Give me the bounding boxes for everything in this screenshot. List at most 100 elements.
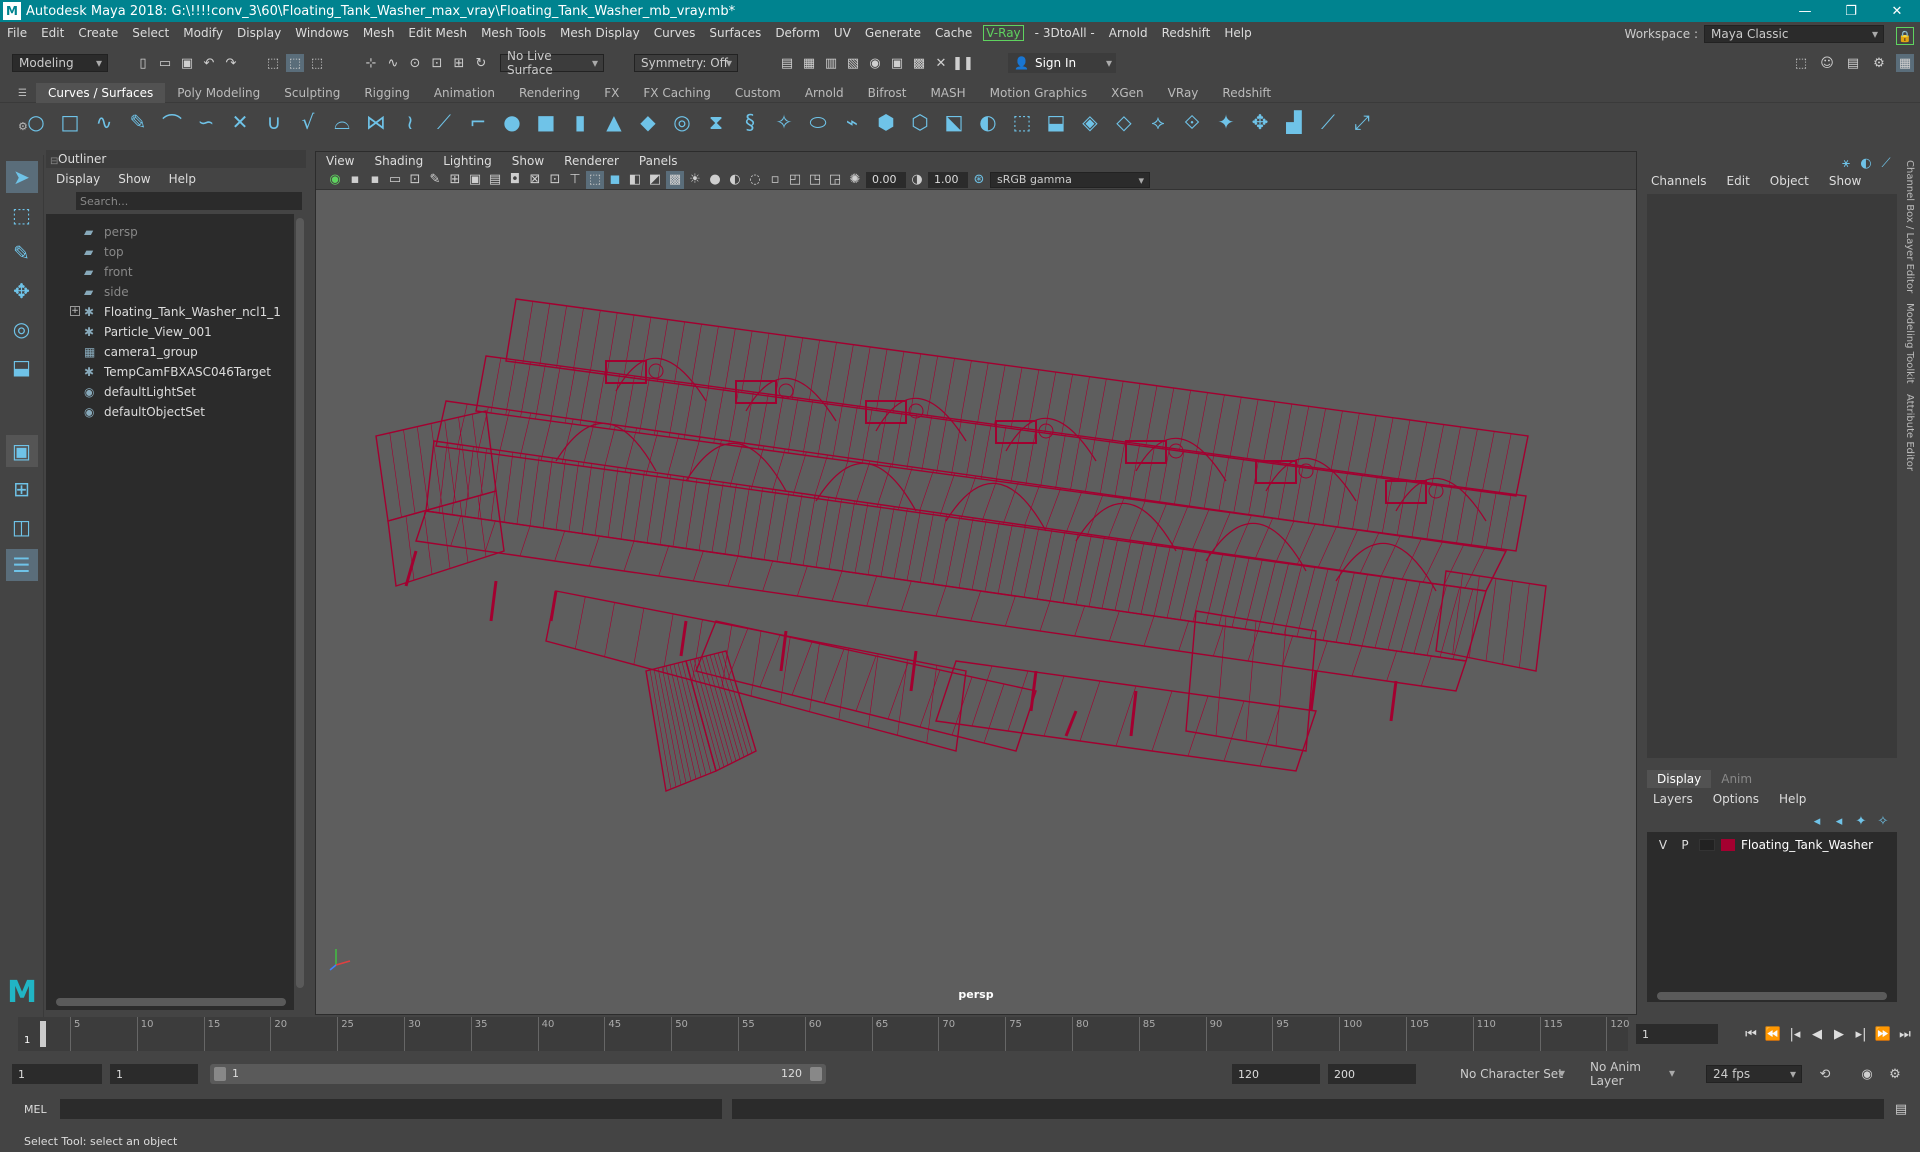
outliner-layout-icon[interactable]: ☰ <box>5 549 38 581</box>
surface-fillet-icon[interactable]: ◐ <box>976 110 1000 134</box>
layer-visibility-toggle[interactable]: V <box>1655 838 1671 852</box>
outliner-item[interactable]: ▰ front <box>46 262 294 282</box>
render-frame-icon[interactable]: ▦ <box>800 54 818 72</box>
shelf-tab-custom[interactable]: Custom <box>723 83 793 103</box>
outliner-search-input[interactable]: Search... <box>76 192 302 210</box>
menu-mesh-tools[interactable]: Mesh Tools <box>474 26 553 40</box>
shelf-tab-poly-modeling[interactable]: Poly Modeling <box>165 83 272 103</box>
mel-label[interactable]: MEL <box>24 1103 47 1116</box>
select-tool-icon[interactable]: ➤ <box>5 161 38 193</box>
channel-box-menu-channels[interactable]: Channels <box>1651 174 1707 188</box>
menu-edit-mesh[interactable]: Edit Mesh <box>401 26 474 40</box>
nurbs-circle-icon[interactable]: ○ <box>24 110 48 134</box>
snap-view-icon[interactable]: ⊡ <box>428 54 446 72</box>
film-gate-icon[interactable]: ▣ <box>466 171 484 189</box>
shelf-tab-bifrost[interactable]: Bifrost <box>856 83 919 103</box>
xray-icon[interactable]: ◰ <box>786 171 804 189</box>
square-surface-icon[interactable]: ⬕ <box>942 110 966 134</box>
3d-scene[interactable]: persp <box>316 191 1636 1014</box>
command-input[interactable] <box>60 1099 722 1119</box>
menu-set-dropdown[interactable]: Modeling <box>12 54 108 72</box>
grease-pencil-icon[interactable]: ✎ <box>426 171 444 189</box>
stitch-icon[interactable]: ⤢ <box>1350 110 1374 134</box>
wireframe-icon[interactable]: ⬚ <box>586 170 604 189</box>
xray-components-icon[interactable]: ◲ <box>826 171 844 189</box>
insert-isoparm-icon[interactable]: ✦ <box>1214 110 1238 134</box>
outliner-item[interactable]: ▰ persp <box>46 222 294 242</box>
shelf-tab-redshift[interactable]: Redshift <box>1210 83 1283 103</box>
rotate-tool-icon[interactable]: ◎ <box>6 313 38 345</box>
scale-tool-icon[interactable]: ⬓ <box>6 351 38 383</box>
channel-box-icon[interactable]: ▦ <box>1896 54 1914 72</box>
2d-pan-icon[interactable]: ⊡ <box>406 171 424 189</box>
move-layer-up-icon[interactable]: ◂ <box>1809 812 1825 830</box>
fps-dropdown[interactable]: 24 fps <box>1706 1065 1802 1083</box>
pencil-curve-icon[interactable]: ✎ <box>126 110 150 134</box>
curve-intersect-icon[interactable]: ✕ <box>228 110 252 134</box>
shelf-tab-mash[interactable]: MASH <box>918 83 977 103</box>
outliner-item[interactable]: ◉ defaultLightSet <box>46 382 294 402</box>
current-frame-marker[interactable] <box>40 1021 46 1047</box>
snap-surface-icon[interactable]: ⊞ <box>450 54 468 72</box>
shelf-tab-rendering[interactable]: Rendering <box>507 83 592 103</box>
pause-icon[interactable]: ❚❚ <box>952 54 974 72</box>
nurbs-cube-icon[interactable]: ■ <box>534 110 558 134</box>
curve-rebuild-icon[interactable]: ≀ <box>398 110 422 134</box>
maximize-icon[interactable]: ❐ <box>1828 0 1874 22</box>
move-layer-down-icon[interactable]: ◂ <box>1831 812 1847 830</box>
shadows-icon[interactable]: ☀ <box>686 171 704 189</box>
menu-cache[interactable]: Cache <box>928 26 979 40</box>
vray-stop-icon[interactable]: ✕ <box>932 54 950 72</box>
range-start-handle[interactable] <box>214 1067 226 1081</box>
select-object-icon[interactable]: ⬚ <box>286 54 304 72</box>
single-view-icon[interactable]: ▣ <box>5 435 38 467</box>
snap-curve-icon[interactable]: ∿ <box>384 54 402 72</box>
menu-redshift[interactable]: Redshift <box>1155 26 1218 40</box>
menu-select[interactable]: Select <box>125 26 176 40</box>
attribute-editor-icon[interactable]: ▤ <box>1844 54 1862 72</box>
step-back-key-icon[interactable]: ⏪ <box>1764 1025 1782 1043</box>
rebuild-surface-icon[interactable]: ▟ <box>1282 110 1306 134</box>
vray-render-icon[interactable]: ▣ <box>888 54 906 72</box>
channel-box-menu-show[interactable]: Show <box>1829 174 1861 188</box>
symmetry-dropdown[interactable]: Symmetry: Off <box>634 54 738 72</box>
intersect-surface-icon[interactable]: ⬓ <box>1044 110 1068 134</box>
menu-deform[interactable]: Deform <box>768 26 827 40</box>
project-curve-icon[interactable]: ⬚ <box>1010 110 1034 134</box>
menu-create[interactable]: Create <box>71 26 125 40</box>
outliner-h-scrollbar[interactable] <box>56 998 286 1006</box>
character-controls-icon[interactable]: ☺ <box>1818 54 1836 72</box>
layer-menu-options[interactable]: Options <box>1713 792 1759 806</box>
nurbs-cone-icon[interactable]: ▲ <box>602 110 626 134</box>
safe-title-icon[interactable]: ⊤ <box>566 171 584 189</box>
snap-point-icon[interactable]: ⊙ <box>406 54 424 72</box>
close-icon[interactable]: ✕ <box>1874 0 1920 22</box>
undo-icon[interactable]: ↶ <box>200 54 218 72</box>
snap-rotate-icon[interactable]: ↻ <box>472 54 490 72</box>
menu-windows[interactable]: Windows <box>288 26 356 40</box>
anti-alias-icon[interactable]: ◌ <box>746 171 764 189</box>
motion-blur-icon[interactable]: ◐ <box>726 171 744 189</box>
side-tab-channel-box-layer-editor[interactable]: Channel Box / Layer Editor <box>1904 160 1915 293</box>
field-chart-icon[interactable]: ⊠ <box>526 171 544 189</box>
outliner-item[interactable]: ▰ top <box>46 242 294 262</box>
ep-curve-icon[interactable]: ∿ <box>92 110 116 134</box>
expand-icon[interactable]: + <box>70 306 80 316</box>
outliner-filter-icon[interactable]: ⊟ <box>50 156 64 170</box>
nurbs-plane-icon[interactable]: ◆ <box>636 110 660 134</box>
nurbs-sphere-icon[interactable]: ● <box>500 110 524 134</box>
go-to-end-icon[interactable]: ⏭ <box>1896 1025 1914 1043</box>
playback-end-field[interactable]: 120 <box>1232 1064 1320 1084</box>
viewport-menu-renderer[interactable]: Renderer <box>554 154 629 168</box>
gate-mask-icon[interactable]: ◘ <box>506 171 524 189</box>
auto-key-icon[interactable]: ◉ <box>1858 1065 1876 1083</box>
new-layer-icon[interactable]: ✦ <box>1853 812 1869 830</box>
trim-tool-icon[interactable]: ◈ <box>1078 110 1102 134</box>
bezier-curve-icon[interactable]: ∽ <box>194 110 218 134</box>
cv-curve-icon[interactable]: ⌒ <box>160 110 184 136</box>
curve-fillet-icon[interactable]: ⌐ <box>466 110 490 134</box>
step-back-frame-icon[interactable]: |◂ <box>1786 1025 1804 1043</box>
loft-icon[interactable]: § <box>738 110 762 134</box>
shelf-tab-curves-surfaces[interactable]: Curves / Surfaces <box>36 82 166 103</box>
live-surface-field[interactable]: No Live Surface <box>500 49 604 77</box>
